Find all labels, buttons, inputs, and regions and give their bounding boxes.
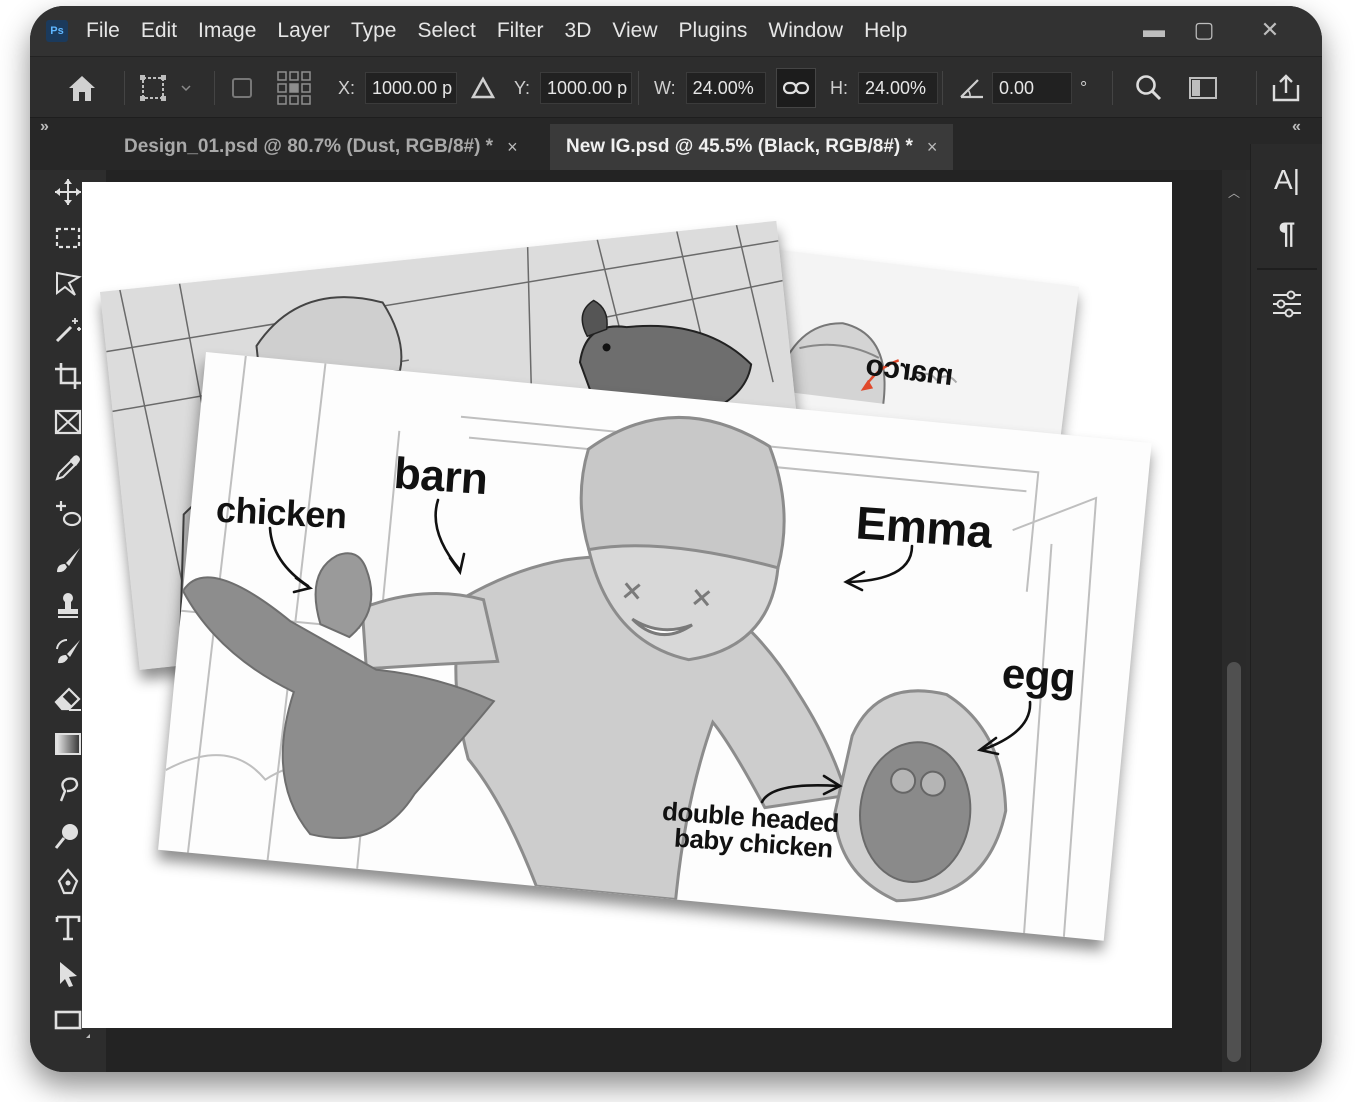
healing-brush-icon[interactable] xyxy=(50,496,90,532)
x-position-field[interactable]: 1000.00 p xyxy=(365,72,458,104)
lasso-tool-icon[interactable] xyxy=(50,266,90,302)
app-logo[interactable]: Ps xyxy=(46,20,68,42)
tab-label: New IG.psd @ 45.5% (Black, RGB/8#) * xyxy=(566,136,913,157)
menu-filter[interactable]: Filter xyxy=(497,19,544,43)
character-panel-icon[interactable]: A| xyxy=(1267,160,1307,200)
smudge-tool-icon[interactable] xyxy=(50,772,90,808)
h-label: H: xyxy=(830,77,848,98)
w-label: W: xyxy=(654,77,676,98)
dodge-tool-icon[interactable] xyxy=(50,818,90,854)
tab-label: Design_01.psd @ 80.7% (Dust, RGB/8#) * xyxy=(124,136,494,157)
menu-3d[interactable]: 3D xyxy=(565,19,592,43)
angle-icon xyxy=(958,57,986,119)
menu-select[interactable]: Select xyxy=(417,19,475,43)
reference-point-checkbox[interactable] xyxy=(232,57,252,119)
eyedropper-icon[interactable] xyxy=(50,450,90,486)
menu-window[interactable]: Window xyxy=(768,19,843,43)
menu-layer[interactable]: Layer xyxy=(277,19,330,43)
search-icon[interactable] xyxy=(1134,57,1164,119)
tab-close-icon[interactable]: × xyxy=(927,137,938,158)
home-icon[interactable] xyxy=(66,57,98,119)
annotation-arrows xyxy=(268,498,1032,804)
menu-help[interactable]: Help xyxy=(864,19,907,43)
move-tool-icon[interactable] xyxy=(50,174,90,210)
link-icon[interactable] xyxy=(776,57,816,119)
canvas[interactable]: marco chicken barn Emma egg double heade… xyxy=(82,182,1172,1028)
type-tool-icon[interactable] xyxy=(50,910,90,946)
menu-plugins[interactable]: Plugins xyxy=(679,19,748,43)
menu-type[interactable]: Type xyxy=(351,19,397,43)
angle-field[interactable]: 0.00 xyxy=(992,72,1072,104)
brush-tool-icon[interactable] xyxy=(50,542,90,578)
vertical-scrollbar[interactable]: ︿ xyxy=(1222,170,1246,1072)
share-icon[interactable] xyxy=(1270,57,1302,119)
y-label: Y: xyxy=(514,77,531,98)
adjustments-panel-icon[interactable] xyxy=(1267,284,1307,324)
maximize-button[interactable]: ▢ xyxy=(1190,16,1218,44)
tab-design-01[interactable]: Design_01.psd @ 80.7% (Dust, RGB/8#) * × xyxy=(108,124,534,170)
frame-tool-icon[interactable] xyxy=(50,404,90,440)
gradient-tool-icon[interactable] xyxy=(50,726,90,762)
x-label: X: xyxy=(338,77,356,98)
minimize-button[interactable]: ▬ xyxy=(1140,16,1168,44)
width-field[interactable]: 24.00% xyxy=(685,72,766,104)
menu-items: File Edit Image Layer Type Select Filter… xyxy=(86,6,928,56)
clone-stamp-icon[interactable] xyxy=(50,588,90,624)
close-window-button[interactable]: ✕ xyxy=(1256,16,1284,44)
y-position-field[interactable]: 1000.00 p xyxy=(540,72,633,104)
reference-point-grid-icon[interactable] xyxy=(276,57,312,119)
scroll-up-icon[interactable]: ︿ xyxy=(1228,184,1240,201)
crop-tool-icon[interactable] xyxy=(50,358,90,394)
path-selection-icon[interactable] xyxy=(50,956,90,992)
menu-bar: Ps File Edit Image Layer Type Select Fil… xyxy=(30,6,1322,56)
collapse-toolbar-icon[interactable]: » xyxy=(40,118,49,136)
tab-close-icon[interactable]: × xyxy=(507,137,518,158)
paragraph-panel-icon[interactable]: ¶ xyxy=(1267,214,1307,254)
degree-label: ° xyxy=(1080,77,1088,98)
scroll-thumb[interactable] xyxy=(1227,662,1241,1062)
transform-icon[interactable] xyxy=(138,57,194,119)
pen-tool-icon[interactable] xyxy=(50,864,90,900)
magic-wand-icon[interactable] xyxy=(50,312,90,348)
collapse-panels-icon[interactable]: « xyxy=(1292,118,1301,136)
rectangle-tool-icon[interactable] xyxy=(50,1002,90,1038)
options-bar: X: 1000.00 p Y: 1000.00 p W: 24.00% H: 2… xyxy=(30,56,1322,118)
eraser-tool-icon[interactable] xyxy=(50,680,90,716)
menu-view[interactable]: View xyxy=(612,19,657,43)
document-tabs: Design_01.psd @ 80.7% (Dust, RGB/8#) * ×… xyxy=(30,118,1322,170)
menu-edit[interactable]: Edit xyxy=(141,19,177,43)
right-panel-dock: A| ¶ xyxy=(1250,144,1322,1072)
marquee-tool-icon[interactable] xyxy=(50,220,90,256)
height-field[interactable]: 24.00% xyxy=(858,72,938,104)
history-brush-icon[interactable] xyxy=(50,634,90,670)
relative-position-icon[interactable] xyxy=(470,57,496,119)
tab-new-ig[interactable]: New IG.psd @ 45.5% (Black, RGB/8#) * × xyxy=(550,124,954,170)
workspace-icon[interactable] xyxy=(1188,57,1222,119)
menu-image[interactable]: Image xyxy=(198,19,256,43)
menu-file[interactable]: File xyxy=(86,19,120,43)
